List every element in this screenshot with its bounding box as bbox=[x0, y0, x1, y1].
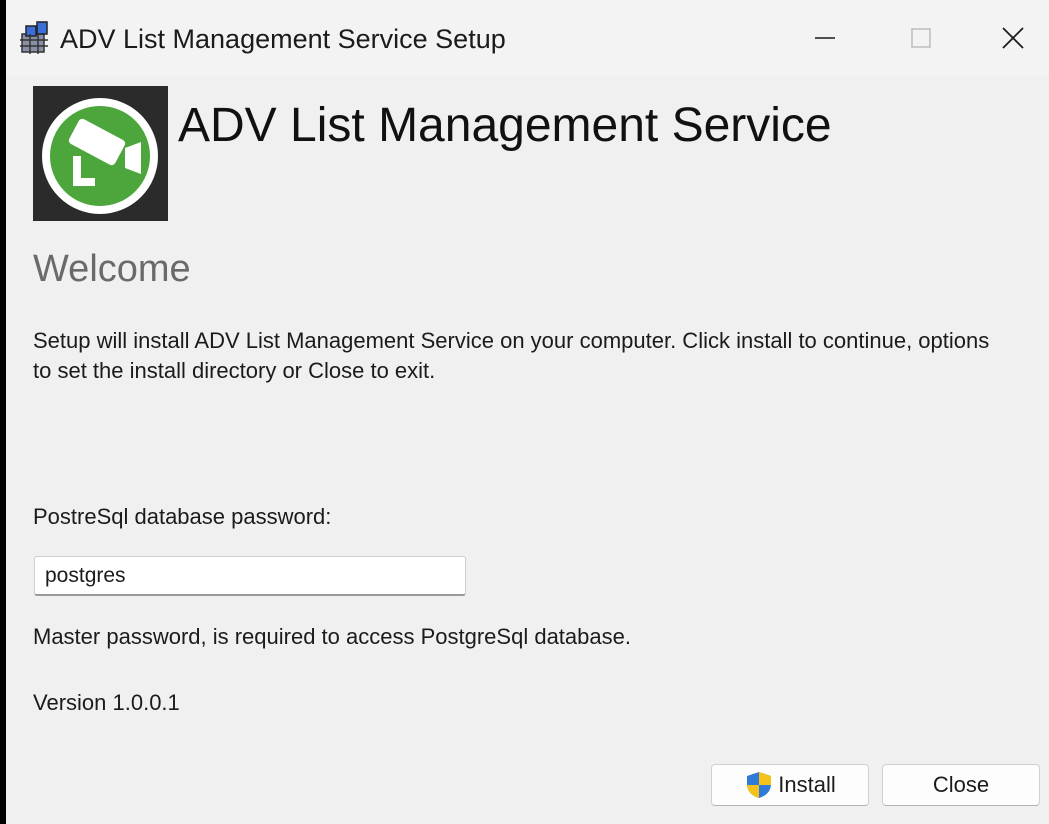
install-label: Install bbox=[778, 772, 836, 797]
minimize-button[interactable] bbox=[790, 0, 860, 76]
close-window-button[interactable] bbox=[978, 0, 1048, 76]
page-heading: Welcome bbox=[33, 248, 191, 290]
minimize-icon bbox=[815, 37, 835, 39]
password-label: PostreSql database password: bbox=[33, 504, 332, 529]
password-hint: Master password, is required to access P… bbox=[33, 624, 631, 649]
security-camera-icon bbox=[42, 98, 158, 214]
maximize-icon bbox=[911, 28, 931, 48]
uac-shield-icon bbox=[747, 772, 772, 798]
close-icon bbox=[1002, 27, 1024, 49]
window-title: ADV List Management Service Setup bbox=[60, 24, 506, 54]
title-bar[interactable]: ADV List Management Service Setup bbox=[6, 0, 1049, 76]
close-button[interactable]: Close bbox=[882, 764, 1040, 806]
install-button[interactable]: Install bbox=[711, 764, 869, 806]
maximize-button[interactable] bbox=[886, 0, 956, 76]
product-logo bbox=[33, 86, 168, 221]
installer-icon bbox=[20, 21, 48, 54]
setup-description: Setup will install ADV List Management S… bbox=[33, 328, 990, 383]
close-label: Close bbox=[932, 772, 990, 797]
version-label: Version 1.0.0.1 bbox=[33, 690, 180, 715]
setup-window: ADV List Management Service Setup ADV Li… bbox=[6, 0, 1049, 824]
password-field[interactable] bbox=[34, 556, 466, 596]
product-title: ADV List Management Service bbox=[178, 99, 832, 152]
